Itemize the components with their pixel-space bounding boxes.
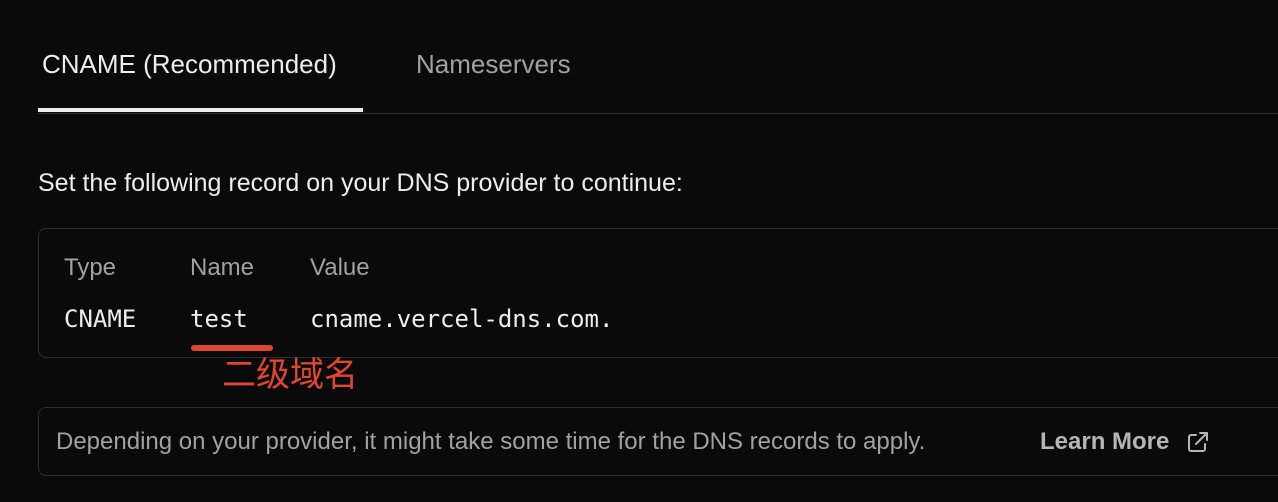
active-tab-indicator: [38, 108, 363, 112]
dns-record-table: [38, 228, 1278, 358]
annotation-underline: [191, 345, 273, 351]
tab-nameservers[interactable]: Nameservers: [416, 44, 571, 84]
learn-more-link[interactable]: Learn More: [1040, 425, 1169, 459]
note-text: Depending on your provider, it might tak…: [56, 428, 926, 455]
column-header-name: Name: [190, 254, 255, 281]
record-name-value[interactable]: test: [190, 302, 248, 336]
column-header-value: Value: [310, 254, 370, 281]
tab-bar: CNAME (Recommended) Nameservers: [38, 0, 1278, 114]
record-value-value[interactable]: cname.vercel-dns.com.: [310, 302, 613, 336]
instruction-text: Set the following record on your DNS pro…: [38, 169, 683, 197]
record-type-value: CNAME: [64, 305, 137, 333]
column-header-type: Type: [64, 254, 117, 281]
annotation-label: 二级域名: [222, 355, 358, 395]
external-link-icon[interactable]: [1186, 430, 1210, 454]
tab-cname[interactable]: CNAME (Recommended): [42, 44, 337, 84]
